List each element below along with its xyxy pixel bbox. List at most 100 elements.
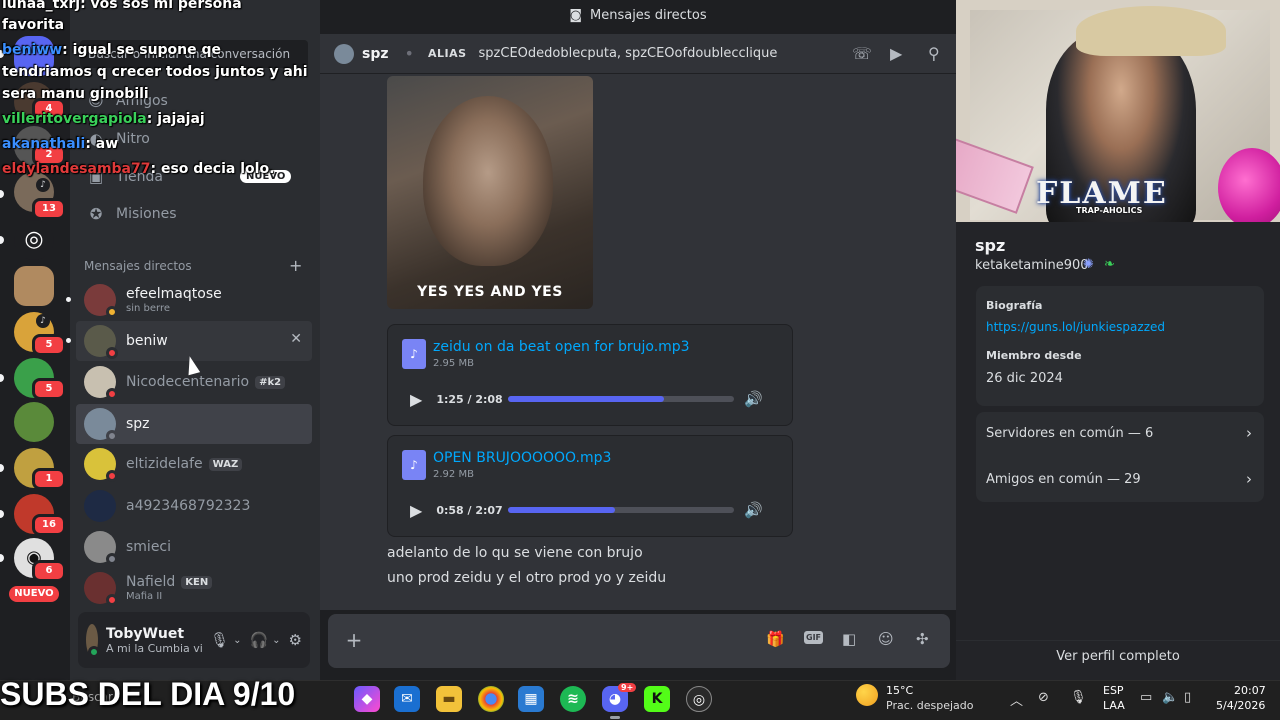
outlook-icon[interactable]: ✉ [394,686,420,712]
volume-icon[interactable]: 🔊 [744,390,763,408]
pin-icon[interactable]: ⚲ [928,44,940,63]
avatar [84,490,116,522]
audio-player: ▶ 1:25 / 2:08 🔊 [400,383,780,415]
gif-button[interactable]: GIF [804,631,824,644]
play-icon[interactable]: ▶ [410,501,422,520]
mutual-servers-row[interactable]: Servidores en común — 6 › [986,415,1256,451]
phone-icon[interactable]: ☏ [852,44,872,63]
add-attachment-button[interactable]: + [342,628,366,652]
gif-embed[interactable]: YES YES AND YES [387,76,593,309]
subs-goal-overlay: SUBS DEL DIA 9/10 [0,676,296,712]
chanel-server-icon[interactable]: ◎ [14,220,54,260]
audio-attachment: ♪ OPEN BRUJOOOOOO.mp3 2.92 MB ▶ 0:58 / 2… [387,435,793,537]
hat-image [1076,6,1226,56]
clock-time[interactable]: 20:07 [1234,684,1266,697]
weather-condition[interactable]: Prac. despejado [886,699,973,712]
volume-icon[interactable]: 🔊 [744,501,763,519]
clan-tag: KEN [181,575,213,589]
avatar[interactable] [86,624,101,658]
dm-item[interactable]: eltizidelafe WAZ [76,444,312,484]
file-name[interactable]: zeidu on da beat open for brujo.mp3 [433,339,690,355]
emoji-icon[interactable]: ☺ [878,630,894,648]
dm-name: smieci [126,539,172,555]
keyboard-layout[interactable]: LAA [1103,699,1125,712]
kick-icon[interactable]: K [644,686,670,712]
dm-item[interactable]: Nafield KEN Mafia II [76,568,312,608]
title-bar: ◙ Mensajes directos [320,0,956,30]
mutual-friends-row[interactable]: Amigos en común — 29 › [986,461,1256,497]
avatar [84,284,118,318]
network-off-icon[interactable]: ⊘ [1038,690,1049,705]
chevron-down-icon[interactable]: ⌄ [272,635,280,646]
battery-icon[interactable]: ▯ [1184,690,1191,705]
microphone-icon[interactable]: 🎙 [1070,690,1087,705]
display-icon[interactable]: ▭ [1140,690,1152,705]
copilot-icon[interactable]: ◆ [354,686,380,712]
clock-date[interactable]: 5/4/2026 [1216,699,1265,712]
weather-icon [856,684,878,706]
mutual-friends-label: Amigos en común — 29 [986,471,1141,487]
store-icon[interactable]: ▦ [518,686,544,712]
message-text: adelanto de lo qu se viene con brujo [387,545,643,561]
rail-indicator [0,374,4,382]
dm-section-header: Mensajes directos [84,259,192,273]
gift-icon[interactable]: 🎁 [766,630,785,648]
rail-indicator [0,464,4,472]
chevron-down-icon[interactable]: ⌄ [233,635,241,646]
add-dm-button[interactable]: + [289,256,302,275]
gear-icon[interactable]: ⚙ [289,631,302,649]
rail-indicator [0,190,4,198]
dm-sidebar: Buscar o iniciar una conversación ☺ Amig… [66,0,320,680]
nitro-icon: ◐ [89,130,103,148]
nav-nitro[interactable]: ◐ Nitro [78,120,310,158]
seek-fill [508,507,615,513]
view-full-profile-button[interactable]: Ver perfil completo [956,640,1280,670]
input-language[interactable]: ESP [1103,684,1124,697]
rail-indicator [0,50,4,58]
bio-link[interactable]: https://guns.lol/junkiespazzed [986,320,1165,334]
microphone-icon[interactable]: 🎙 [210,631,229,649]
dm-item[interactable]: spz [76,404,312,444]
nav-quests[interactable]: ✪ Misiones [78,195,310,233]
leaf-badge-icon[interactable]: ❧ [1104,257,1115,272]
nav-friends[interactable]: ☺ Amigos [78,82,310,120]
seek-bar[interactable] [508,396,735,402]
video-icon[interactable]: ▶ [890,44,902,63]
chevron-up-icon[interactable]: ︿ [1010,690,1023,709]
file-name[interactable]: OPEN BRUJOOOOOO.mp3 [433,450,611,466]
dm-item[interactable]: smieci [76,527,312,567]
server-icon[interactable] [14,402,54,442]
close-icon[interactable]: ✕ [290,331,302,347]
folder-icon[interactable]: ▬ [436,686,462,712]
message-composer[interactable]: + 🎁 GIF ◧ ☺ ✣ [328,614,950,668]
weather-temp[interactable]: 15°C [886,684,913,697]
rail-indicator [0,554,4,562]
obs-icon[interactable]: ◎ [686,686,712,712]
playback-time: 1:25 / 2:08 [436,392,503,406]
mutual-servers-label: Servidores en común — 6 [986,425,1154,441]
profile-display-name: spz [975,236,1006,255]
server-icon[interactable] [14,266,54,306]
play-icon[interactable]: ▶ [410,390,422,409]
apps-icon[interactable]: ✣ [916,630,929,648]
server-badge: 1 [32,468,66,490]
headphones-icon[interactable]: 🎧 [249,631,268,649]
avatar [84,572,118,606]
badge-icon[interactable]: ✺ [1083,257,1094,272]
rail-indicator [0,510,4,518]
seek-bar[interactable] [508,507,735,513]
speaker-icon[interactable]: 🔈 [1162,690,1178,705]
dm-name: spz [126,416,150,432]
audio-player: ▶ 0:58 / 2:07 🔊 [400,494,780,526]
search-input[interactable]: Buscar o iniciar una conversación [80,40,308,68]
chrome-icon[interactable] [478,686,504,712]
server-badge: 4 [32,98,66,120]
home-button[interactable] [14,36,54,76]
chat-header: spz • ALIAS spzCEOdedoblecputa, spzCEOof… [320,34,956,74]
sticker-icon[interactable]: ◧ [842,630,856,648]
profile-panel: FLAME TRAP-AHOLICS spz ketaketamine900 ✺… [956,0,1280,680]
spotify-icon[interactable]: ≋ [560,686,586,712]
avatar [84,408,118,442]
dm-item[interactable]: efeelmaqtose sin berre [66,280,312,320]
dm-item[interactable]: a4923468792323 [76,486,312,526]
